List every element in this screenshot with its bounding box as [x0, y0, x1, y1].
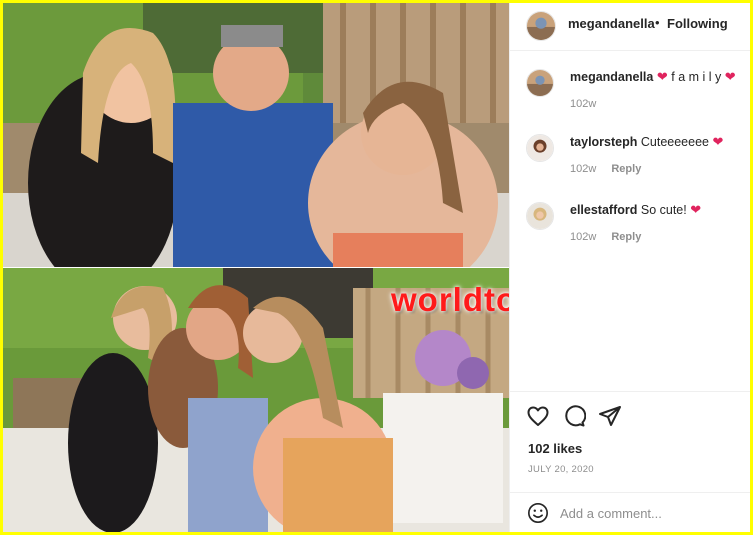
- red-heart-emoji-icon: ❤: [656, 69, 668, 84]
- post-date: JULY 20, 2020: [528, 464, 594, 475]
- comment-username[interactable]: ellestafford: [570, 203, 637, 217]
- comment-text: f a m i l y: [671, 70, 722, 84]
- red-heart-emoji-icon: ❤: [724, 69, 736, 84]
- comment-input[interactable]: [560, 501, 740, 525]
- commenter-avatar[interactable]: [526, 202, 554, 230]
- post-photo-top: [3, 3, 509, 267]
- post-photo-area: worldtop2.com: [3, 3, 509, 532]
- likes-count[interactable]: 102 likes: [528, 441, 582, 456]
- reply-button[interactable]: Reply: [611, 163, 641, 175]
- comment-bubble-icon[interactable]: [562, 404, 586, 428]
- post-side-panel: megandanella • Following megandanella ❤ …: [509, 3, 750, 532]
- header-separator: •: [655, 15, 660, 30]
- author-avatar[interactable]: [526, 11, 556, 41]
- post-header: megandanella • Following: [510, 3, 750, 51]
- comment-age[interactable]: 102w: [570, 163, 596, 175]
- post-actions: [510, 391, 750, 435]
- paper-plane-icon[interactable]: [598, 404, 622, 428]
- comment-text: So cute!: [640, 203, 687, 217]
- reply-button[interactable]: Reply: [611, 231, 641, 243]
- comment-age[interactable]: 102w: [570, 231, 596, 243]
- red-heart-emoji-icon: ❤: [690, 202, 702, 217]
- smiley-emoji-icon[interactable]: [527, 502, 549, 524]
- red-heart-emoji-icon: ❤: [712, 134, 724, 149]
- comment-text: Cuteeeeeee: [640, 135, 709, 149]
- post-frame: worldtop2.com megandanella • Following m…: [3, 3, 750, 532]
- heart-outline-icon[interactable]: [526, 404, 550, 428]
- watermark-text: worldtop2.com: [391, 281, 509, 318]
- add-comment-bar: [510, 492, 750, 532]
- comment-username[interactable]: taylorsteph: [570, 135, 637, 149]
- caption-avatar[interactable]: [526, 69, 554, 97]
- comment-age[interactable]: 102w: [570, 98, 596, 110]
- comment-username[interactable]: megandanella: [570, 70, 653, 84]
- following-button[interactable]: Following: [667, 16, 728, 31]
- commenter-avatar[interactable]: [526, 134, 554, 162]
- author-username[interactable]: megandanella: [568, 16, 655, 31]
